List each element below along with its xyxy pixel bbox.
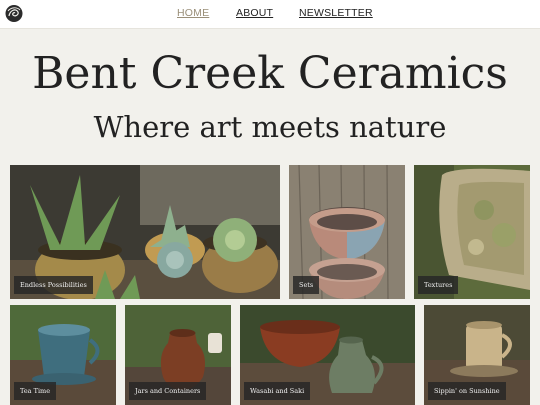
nav-newsletter-link[interactable]: NEWSLETTER — [299, 7, 373, 19]
nav-home-link[interactable]: HOME — [177, 7, 209, 19]
tile-caption: Jars and Containers — [129, 382, 207, 400]
gallery-tile-jars-and-containers[interactable]: Jars and Containers — [125, 305, 231, 405]
nav-about-link[interactable]: ABOUT — [236, 7, 273, 19]
tile-caption: Endless Possibilities — [14, 276, 93, 294]
tile-caption: Sippin' on Sunshine — [428, 382, 506, 400]
tile-caption: Tea Time — [14, 382, 57, 400]
gallery-tile-sippin-on-sunshine[interactable]: Sippin' on Sunshine — [424, 305, 530, 405]
top-navigation-bar: HOME ABOUT NEWSLETTER — [0, 0, 540, 29]
gallery-tile-endless-possibilities[interactable]: Endless Possibilities — [10, 165, 280, 299]
gallery-tile-sets[interactable]: Sets — [289, 165, 405, 299]
swirl-logo-icon[interactable] — [5, 4, 23, 23]
gallery-tile-tea-time[interactable]: Tea Time — [10, 305, 116, 405]
tile-caption: Sets — [293, 276, 320, 294]
site-title: Bent Creek Ceramics — [32, 48, 508, 99]
gallery-tile-textures[interactable]: Textures — [414, 165, 530, 299]
tile-caption: Wasabi and Saki — [244, 382, 311, 400]
site-tagline: Where art meets nature — [93, 110, 447, 144]
tile-caption: Textures — [418, 276, 459, 294]
gallery-tile-wasabi-and-saki[interactable]: Wasabi and Saki — [240, 305, 415, 405]
